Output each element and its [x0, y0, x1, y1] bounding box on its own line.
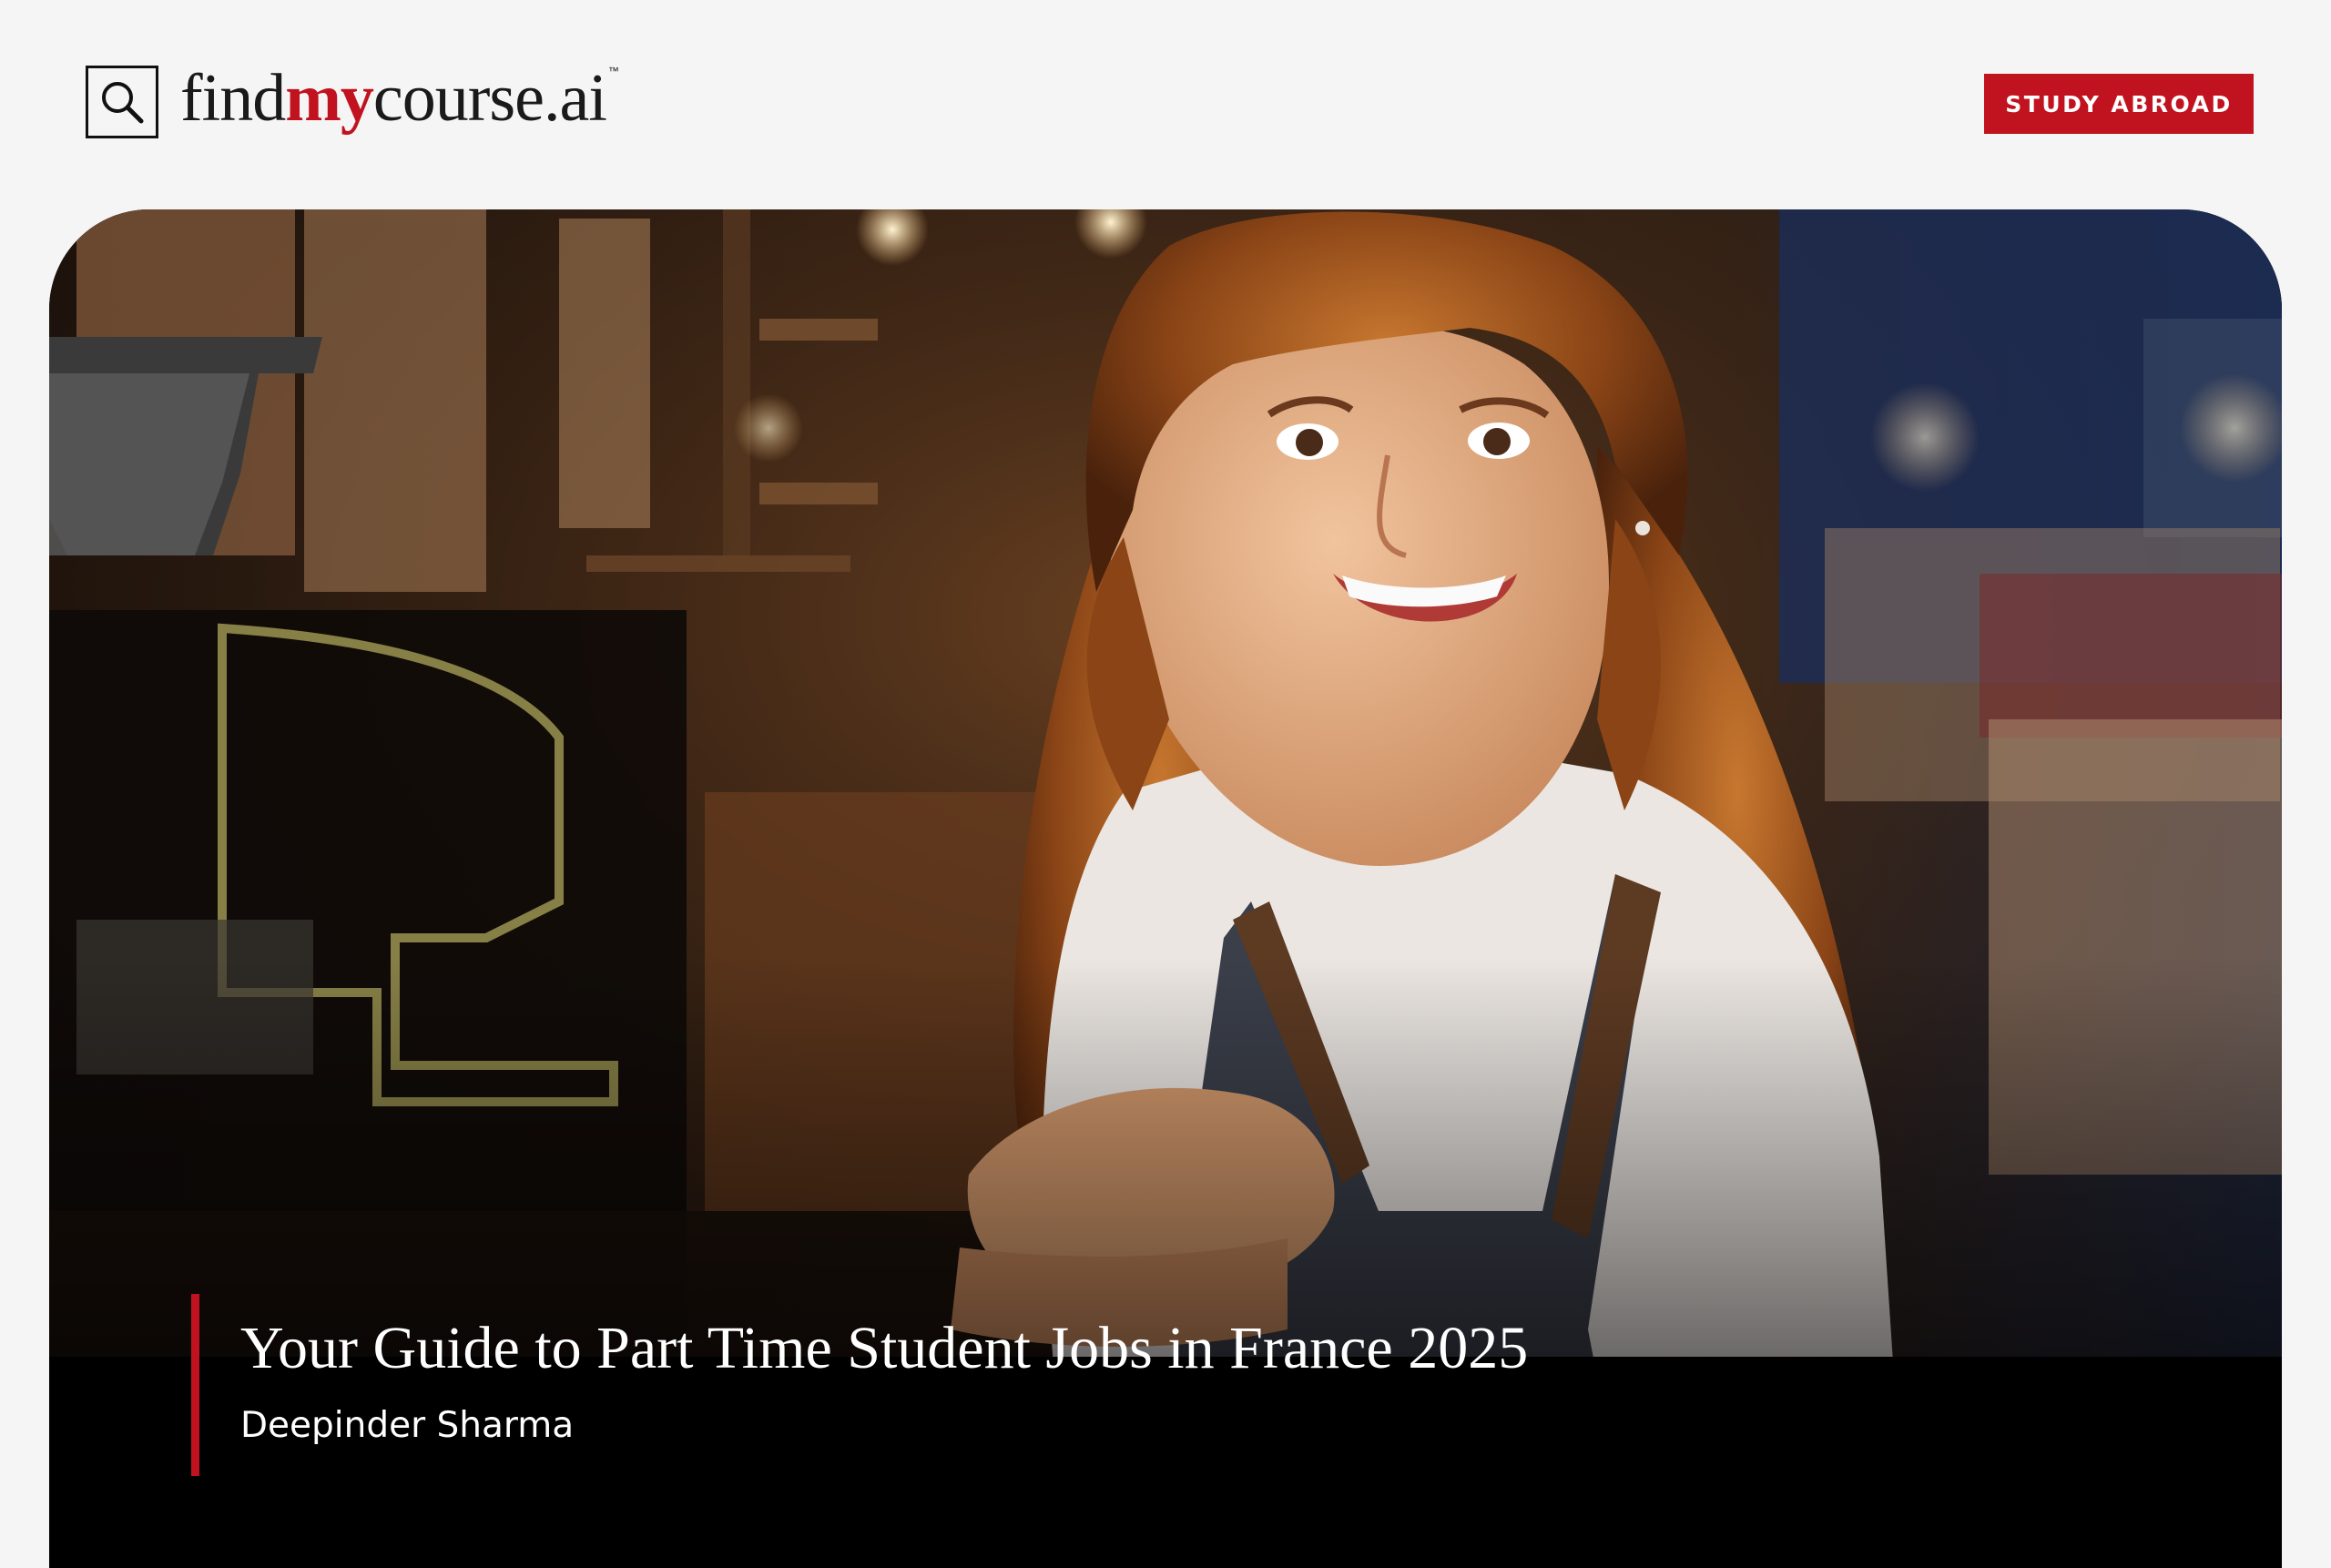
- site-header: findmycourse.ai ™ STUDY ABROAD: [0, 0, 2331, 209]
- trademark-symbol: ™: [607, 65, 619, 77]
- article-author: Deepinder Sharma: [240, 1405, 575, 1446]
- article-title[interactable]: Your Guide to Part Time Student Jobs in …: [240, 1319, 1528, 1379]
- logo-text-my: my: [285, 61, 374, 136]
- logo-text-course: course.ai: [372, 61, 607, 136]
- hero-caption-background: [49, 1357, 2282, 1568]
- hero-banner: Your Guide to Part Time Student Jobs in …: [49, 209, 2282, 1568]
- title-accent-bar: [191, 1294, 199, 1476]
- search-icon: [86, 66, 158, 138]
- logo-wordmark: findmycourse.ai: [180, 65, 607, 132]
- study-abroad-button[interactable]: STUDY ABROAD: [1984, 74, 2254, 134]
- logo-text-find: find: [180, 61, 286, 136]
- site-logo[interactable]: findmycourse.ai ™: [86, 65, 619, 138]
